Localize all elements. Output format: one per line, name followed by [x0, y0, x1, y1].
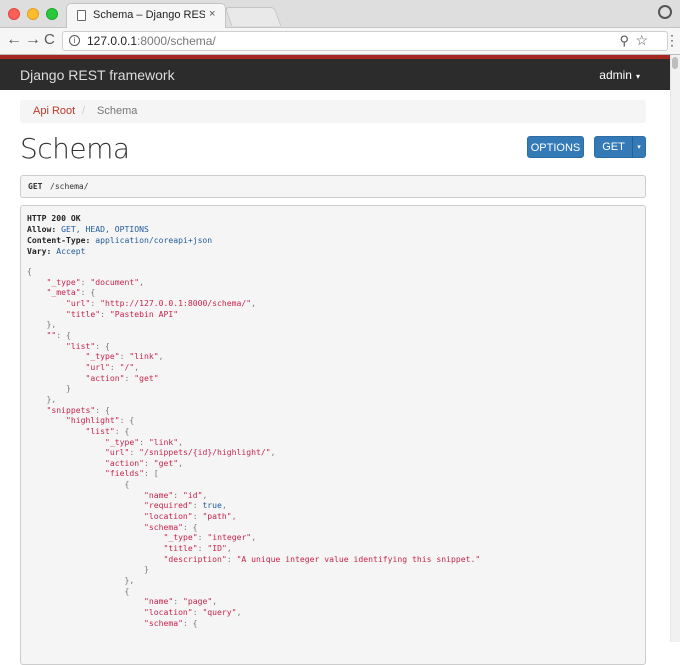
get-format-dropdown-button[interactable]: ▾	[632, 136, 646, 158]
breadcrumb-current: Schema	[97, 105, 138, 117]
address-toolbar: ← → C i 127.0.0.1:8000/schema/ ⚲ ☆ ⋮	[0, 28, 680, 55]
response-body-line: }	[143, 564, 149, 575]
response-body-line: "_type": "link",	[104, 436, 183, 447]
new-tab-button[interactable]	[224, 7, 282, 26]
tab-close-icon[interactable]: ×	[209, 8, 215, 20]
response-body-line: {	[124, 585, 130, 596]
get-button[interactable]: GET	[594, 136, 633, 158]
url-text[interactable]: 127.0.0.1:8000/schema/	[87, 34, 216, 48]
response-info: HTTP 200 OK Allow: GET, HEAD, OPTIONS Co…	[20, 205, 646, 665]
response-body-line: "list": {	[85, 425, 130, 436]
forward-arrow-icon[interactable]: →	[25, 31, 41, 49]
zoom-icon[interactable]: ⚲	[619, 33, 629, 49]
url-bar[interactable]: i 127.0.0.1:8000/schema/ ⚲ ☆ ⋮	[62, 31, 679, 51]
response-header-vary: Vary: Accept	[27, 246, 86, 256]
response-body: { "_type": "document", "_meta": { "url":…	[27, 266, 480, 628]
back-arrow-icon[interactable]: ←	[6, 31, 22, 49]
response-header-content-type: Content-Type: application/coreapi+json	[27, 235, 213, 245]
response-body-line: "": {	[46, 329, 71, 340]
page-icon	[77, 10, 86, 21]
response-body-line: {	[124, 479, 130, 490]
reload-icon[interactable]: C	[44, 31, 55, 49]
response-body-line: "url": "/snippets/{id}/highlight/",	[104, 447, 276, 458]
top-navbar: Django REST framework admin ▾	[0, 55, 680, 90]
profile-icon[interactable]	[658, 5, 672, 19]
url-host: 127.0.0.1	[87, 34, 138, 48]
response-status: HTTP 200 OK	[27, 213, 81, 223]
browser-menu-icon[interactable]: ⋮	[665, 32, 679, 49]
request-path: /schema/	[50, 182, 89, 191]
response-body-line: "title": "Pastebin API"	[65, 308, 179, 319]
response-header-allow: Allow: GET, HEAD, OPTIONS	[27, 224, 149, 234]
brand-title[interactable]: Django REST framework	[20, 67, 175, 83]
scrollbar-thumb[interactable]	[672, 57, 678, 69]
browser-tab[interactable]: Schema – Django REST framew ×	[66, 3, 226, 28]
page-scrollbar[interactable]	[670, 55, 680, 642]
response-body-line: {	[27, 266, 32, 276]
chevron-down-icon: ▾	[635, 72, 640, 81]
response-body-line: }	[65, 383, 71, 394]
response-body-line: "_meta": {	[46, 287, 96, 298]
site-info-icon[interactable]: i	[69, 35, 80, 46]
response-body-line: "_type": "link",	[85, 351, 164, 362]
response-body-line: },	[46, 393, 57, 404]
response-body-line: "name": "page",	[143, 596, 218, 607]
response-body-line: "action": "get"	[85, 372, 159, 383]
breadcrumb: Api Root / Schema	[20, 100, 646, 123]
breadcrumb-separator: /	[82, 105, 86, 117]
response-body-line: "url": "/",	[85, 361, 140, 372]
response-body-line: "name": "id",	[143, 489, 208, 500]
response-body-line: "_type": "document",	[46, 276, 144, 287]
zoom-window-button[interactable]	[46, 8, 58, 20]
response-body-line: "title": "ID",	[163, 543, 232, 554]
response-body-line: "action": "get",	[104, 457, 183, 468]
response-body-line: "schema": {	[143, 617, 198, 628]
response-body-line: "fields": [	[104, 468, 159, 479]
browser-tab-bar: Schema – Django REST framew ×	[0, 0, 680, 28]
response-body-line: "location": "query",	[143, 607, 242, 617]
response-body-line: },	[46, 319, 57, 330]
response-body-line: "location": "path",	[143, 511, 237, 522]
response-body-line: "list": {	[65, 340, 110, 351]
response-body-line: "required": true,	[143, 500, 227, 511]
response-body-line: "description": "A unique integer value i…	[163, 553, 481, 564]
response-body-line: "_type": "integer",	[163, 532, 257, 543]
request-info: GET /schema/	[20, 175, 646, 198]
response-body-line: "snippets": {	[46, 404, 110, 415]
request-method: GET	[28, 182, 43, 191]
tab-title: Schema – Django REST framew	[93, 9, 205, 21]
page-title: Schema	[20, 132, 130, 165]
response-body-line: "url": "http://127.0.0.1:8000/schema/",	[65, 297, 257, 308]
user-name: admin	[599, 68, 632, 82]
response-body-line: "schema": {	[143, 521, 198, 532]
user-menu[interactable]: admin ▾	[599, 68, 640, 82]
close-window-button[interactable]	[8, 8, 20, 20]
response-body-line: },	[124, 575, 135, 586]
url-path: :8000/schema/	[137, 34, 216, 48]
bookmark-star-icon[interactable]: ☆	[635, 32, 648, 49]
response-body-line: "highlight": {	[65, 415, 135, 426]
breadcrumb-api-root-link[interactable]: Api Root	[33, 105, 75, 117]
minimize-window-button[interactable]	[27, 8, 39, 20]
options-button[interactable]: OPTIONS	[527, 136, 584, 158]
